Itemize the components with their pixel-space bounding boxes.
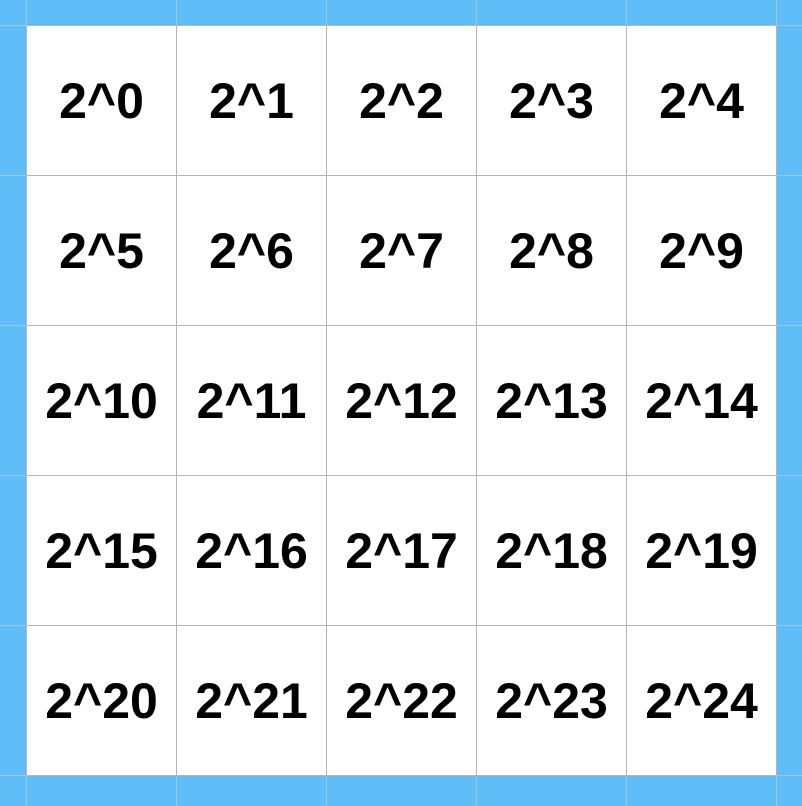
grid-cell-r0-c1[interactable]: 2^1 — [177, 26, 327, 176]
grid-cell-r1-c1[interactable]: 2^6 — [177, 176, 327, 326]
grid-cell-r4-c2[interactable]: 2^22 — [327, 626, 477, 776]
game-board: 2^0 2^1 2^2 2^3 2^4 2^5 2^6 2^7 2^8 2^9 … — [26, 25, 777, 776]
grid-cell-r2-c0[interactable]: 2^10 — [27, 326, 177, 476]
grid-cell-r4-c4[interactable]: 2^24 — [627, 626, 777, 776]
grid-cell-r3-c2[interactable]: 2^17 — [327, 476, 477, 626]
grid-cell-r4-c1[interactable]: 2^21 — [177, 626, 327, 776]
grid-cell-r1-c0[interactable]: 2^5 — [27, 176, 177, 326]
grid-cell-r0-c3[interactable]: 2^3 — [477, 26, 627, 176]
grid-cell-r0-c0[interactable]: 2^0 — [27, 26, 177, 176]
grid-cell-r2-c3[interactable]: 2^13 — [477, 326, 627, 476]
grid-cell-r3-c4[interactable]: 2^19 — [627, 476, 777, 626]
grid-cell-r1-c3[interactable]: 2^8 — [477, 176, 627, 326]
grid-cell-r3-c3[interactable]: 2^18 — [477, 476, 627, 626]
grid-cell-r4-c0[interactable]: 2^20 — [27, 626, 177, 776]
grid-cell-r2-c1[interactable]: 2^11 — [177, 326, 327, 476]
grid-cell-r2-c4[interactable]: 2^14 — [627, 326, 777, 476]
grid-cell-r3-c0[interactable]: 2^15 — [27, 476, 177, 626]
grid-cell-r0-c2[interactable]: 2^2 — [327, 26, 477, 176]
grid-cell-r1-c2[interactable]: 2^7 — [327, 176, 477, 326]
grid-cell-r3-c1[interactable]: 2^16 — [177, 476, 327, 626]
grid-cell-r2-c2[interactable]: 2^12 — [327, 326, 477, 476]
grid-cell-r0-c4[interactable]: 2^4 — [627, 26, 777, 176]
grid-cell-r1-c4[interactable]: 2^9 — [627, 176, 777, 326]
grid-cell-r4-c3[interactable]: 2^23 — [477, 626, 627, 776]
